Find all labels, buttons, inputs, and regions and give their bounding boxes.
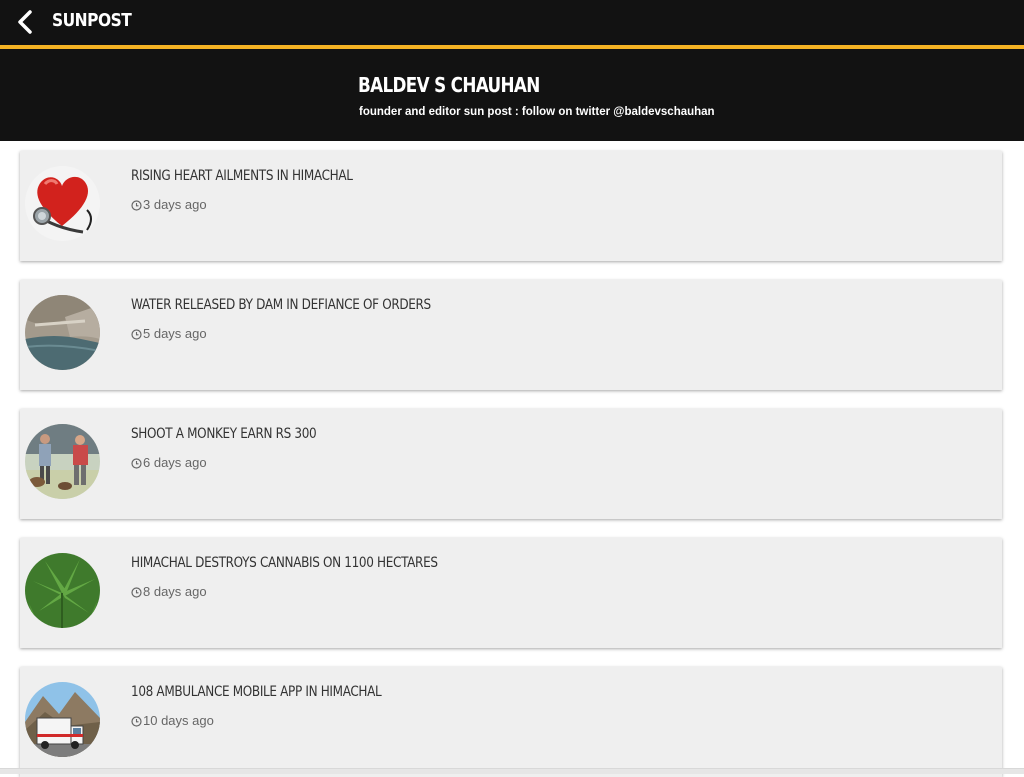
app-header: SUNPOST: [0, 0, 1024, 49]
post-time: 5 days ago: [143, 326, 207, 341]
clock-icon: [131, 328, 142, 340]
post-timestamp: 8 days ago: [131, 584, 207, 600]
post-time: 3 days ago: [143, 197, 207, 212]
chevron-left-icon: [18, 10, 32, 34]
post-time: 8 days ago: [143, 584, 207, 599]
post-timestamp: 10 days ago: [131, 713, 214, 729]
app-title: SUNPOST: [52, 10, 132, 31]
post-thumbnail-ambulance: [25, 682, 100, 757]
post-card[interactable]: HIMACHAL DESTROYS CANNABIS ON 1100 HECTA…: [20, 538, 1002, 648]
clock-icon: [131, 715, 142, 727]
author-name: BALDEV S CHAUHAN: [358, 73, 540, 97]
post-card[interactable]: 108 AMBULANCE MOBILE APP IN HIMACHAL 10 …: [20, 667, 1002, 777]
post-title: SHOOT A MONKEY EARN RS 300: [131, 426, 317, 442]
post-thumbnail-monkeys: [25, 424, 100, 499]
clock-icon: [131, 586, 142, 598]
post-timestamp: 3 days ago: [131, 197, 207, 213]
post-title: HIMACHAL DESTROYS CANNABIS ON 1100 HECTA…: [131, 555, 438, 571]
author-profile-banner: BALDEV S CHAUHAN founder and editor sun …: [0, 49, 1024, 141]
post-time: 10 days ago: [143, 713, 214, 728]
post-title: WATER RELEASED BY DAM IN DEFIANCE OF ORD…: [131, 297, 431, 313]
bottom-divider: [0, 768, 1024, 774]
post-title: RISING HEART AILMENTS IN HIMACHAL: [131, 168, 353, 184]
post-timestamp: 6 days ago: [131, 455, 207, 471]
post-thumbnail-cannabis: [25, 553, 100, 628]
author-bio: founder and editor sun post : follow on …: [359, 106, 715, 118]
post-card[interactable]: RISING HEART AILMENTS IN HIMACHAL 3 days…: [20, 151, 1002, 261]
post-thumbnail-heart: [25, 166, 100, 241]
post-card[interactable]: SHOOT A MONKEY EARN RS 300 6 days ago: [20, 409, 1002, 519]
post-card[interactable]: WATER RELEASED BY DAM IN DEFIANCE OF ORD…: [20, 280, 1002, 390]
post-thumbnail-dam: [25, 295, 100, 370]
back-button[interactable]: [14, 9, 38, 35]
post-timestamp: 5 days ago: [131, 326, 207, 342]
post-time: 6 days ago: [143, 455, 207, 470]
clock-icon: [131, 199, 142, 211]
post-title: 108 AMBULANCE MOBILE APP IN HIMACHAL: [131, 684, 382, 700]
clock-icon: [131, 457, 142, 469]
